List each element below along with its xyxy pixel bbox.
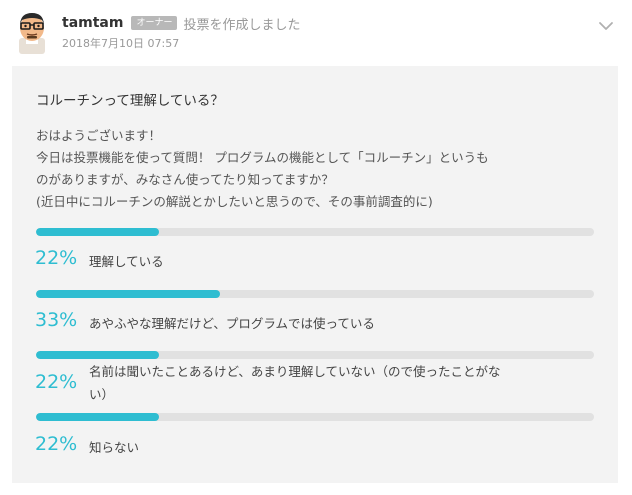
poll-question: コルーチンって理解している？ bbox=[36, 93, 224, 109]
poll-description-line: のがありますが、みなさん使ってたり知ってますか？ bbox=[36, 172, 334, 187]
poll-description-line: 今日は投票機能を使って質問！ プログラムの機能として「コルーチン」というも bbox=[36, 150, 489, 165]
poll-option-label[interactable]: あやふやな理解だけど、プログラムでは使っている bbox=[89, 313, 375, 332]
poll-option-label[interactable]: 名前は聞いたことあるけど、あまり理解していない（ので使ったことがな bbox=[89, 361, 501, 380]
poll-option-label[interactable]: 知らない bbox=[89, 437, 139, 456]
post-timestamp: 2018年7月10日 07:57 bbox=[62, 37, 180, 50]
avatar[interactable] bbox=[12, 10, 52, 54]
poll-option-label[interactable]: い） bbox=[89, 384, 114, 403]
poll-option-bar[interactable] bbox=[36, 413, 594, 421]
author-line: tamtam オーナー 投票を作成しました bbox=[62, 13, 301, 33]
post-header: tamtam オーナー 投票を作成しました 2018年7月10日 07:57 bbox=[0, 0, 632, 66]
action-text: 投票を作成しました bbox=[183, 17, 301, 33]
role-badge: オーナー bbox=[131, 16, 178, 30]
poll-description-line: (近日中にコルーチンの解説とかしたいと思うので、その事前調査的に) bbox=[36, 194, 433, 209]
poll-option-percent: 33% bbox=[35, 309, 78, 331]
poll-option-bar[interactable] bbox=[36, 290, 594, 298]
poll-option-fill bbox=[36, 228, 159, 236]
poll-option-label[interactable]: 理解している bbox=[89, 251, 164, 270]
poll-option-percent: 22% bbox=[35, 371, 78, 393]
poll-option-percent: 22% bbox=[35, 247, 78, 269]
poll-card: コルーチンって理解している？ おはようございます！ 今日は投票機能を使って質問！… bbox=[12, 66, 618, 483]
poll-option-bar[interactable] bbox=[36, 351, 594, 359]
poll-description-line: おはようございます！ bbox=[36, 128, 162, 143]
poll-option-fill bbox=[36, 351, 159, 359]
poll-option-bar[interactable] bbox=[36, 228, 594, 236]
poll-option-fill bbox=[36, 413, 159, 421]
author-name[interactable]: tamtam bbox=[62, 15, 123, 31]
poll-option-fill bbox=[36, 290, 221, 298]
poll-option-percent: 22% bbox=[35, 433, 78, 455]
chevron-down-icon[interactable] bbox=[594, 14, 618, 38]
